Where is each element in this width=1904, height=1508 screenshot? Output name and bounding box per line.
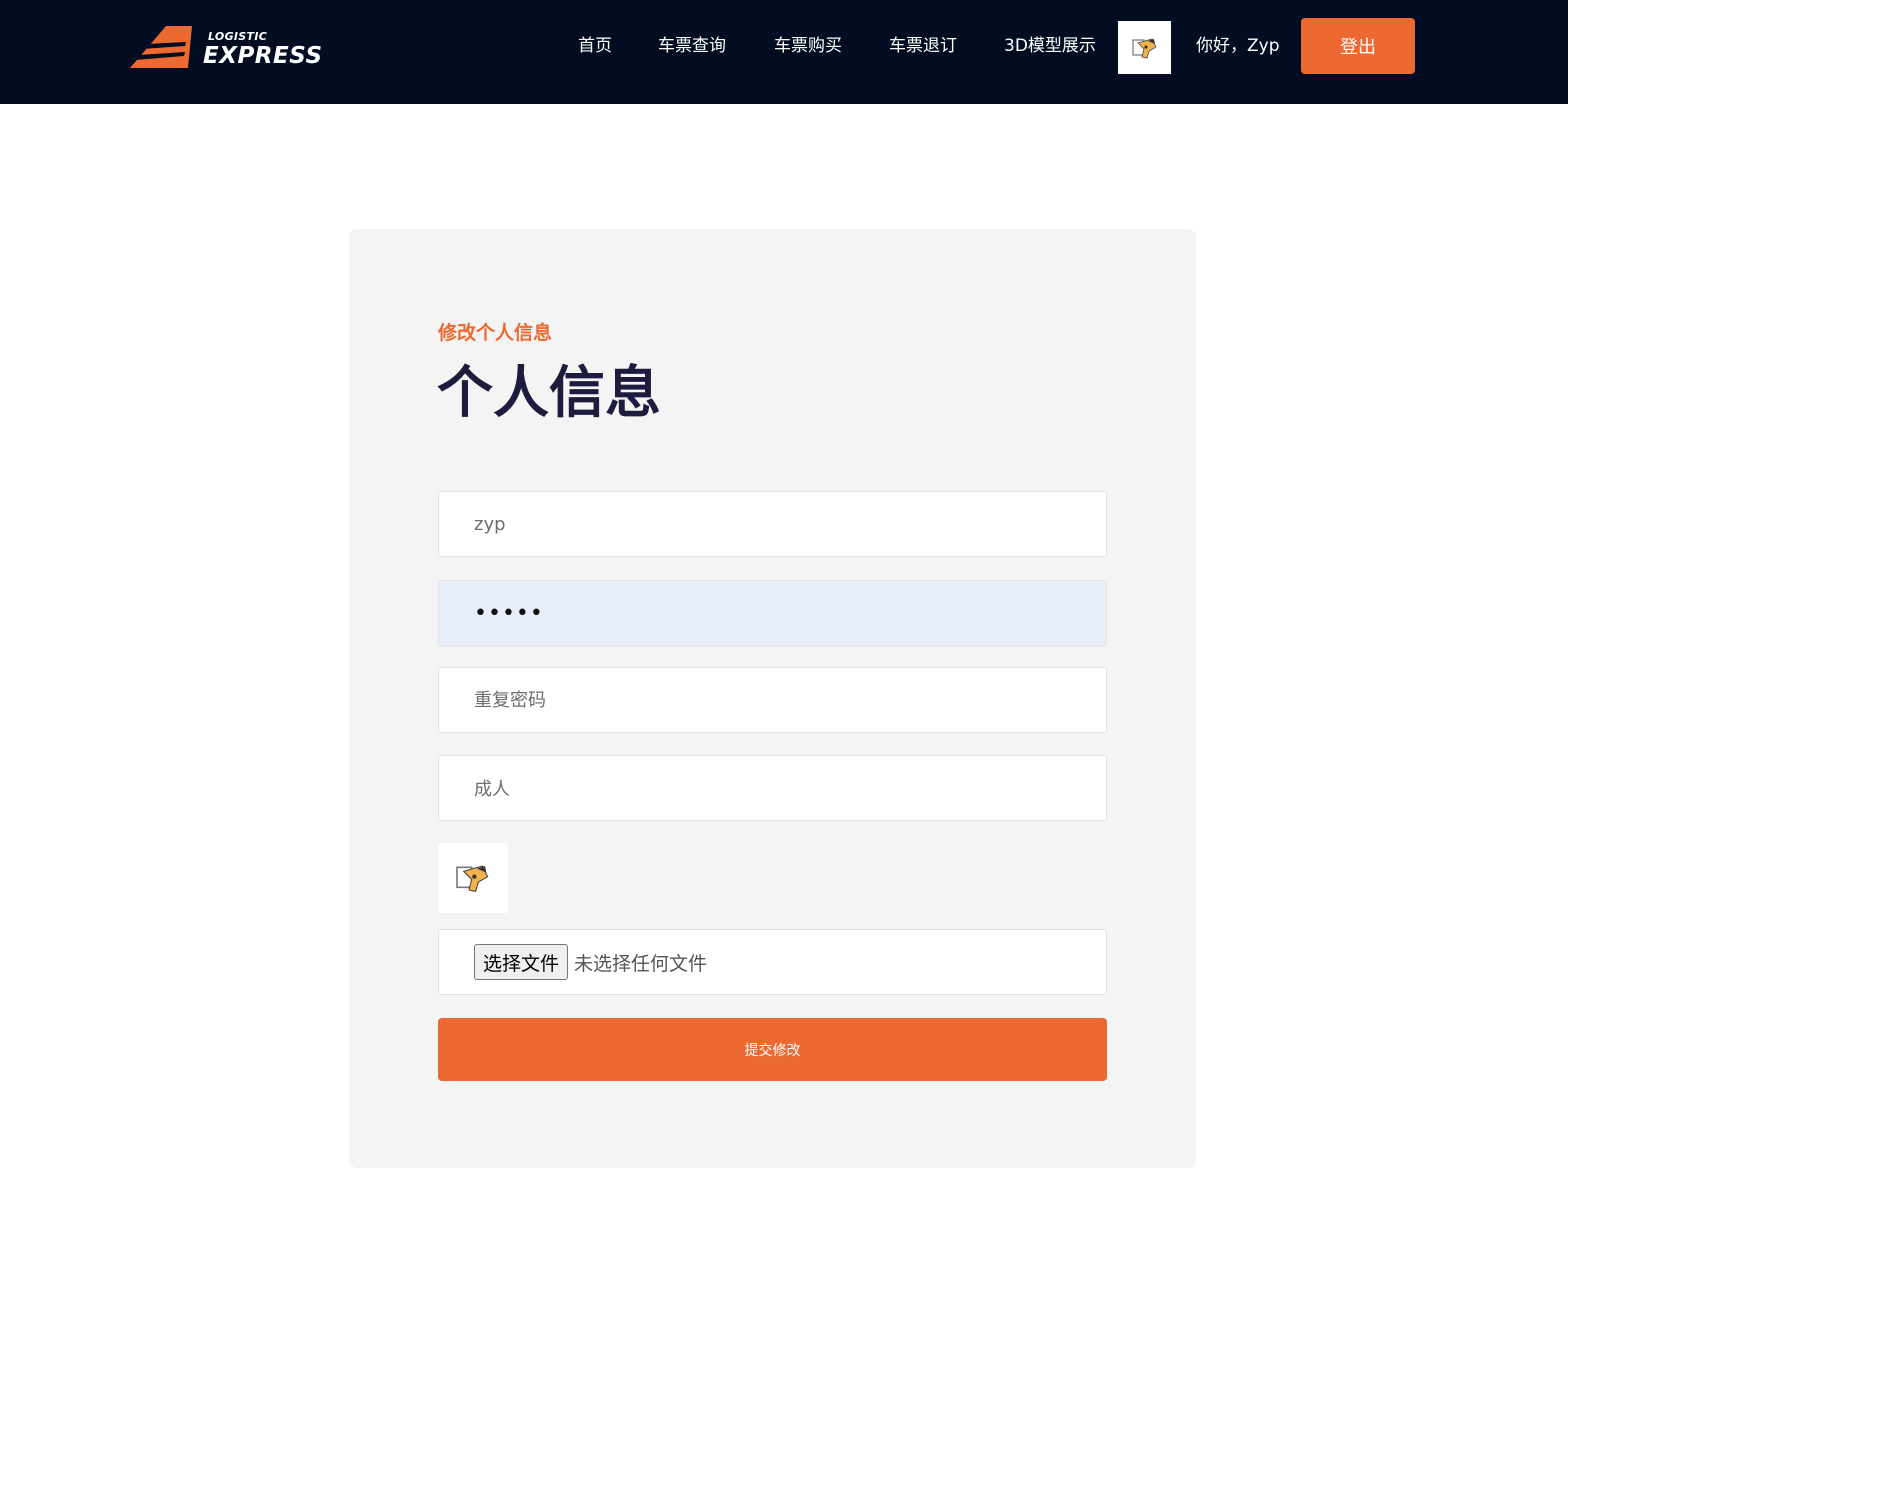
username-field[interactable] [438,491,1107,557]
user-type-field[interactable] [438,755,1107,821]
nav-ticket-refund[interactable]: 车票退订 [889,34,957,58]
logo[interactable]: LOGISTIC EXPRESS [128,22,328,74]
password-field[interactable] [438,580,1107,646]
logo-wing-icon [130,26,192,68]
avatar-image [1131,38,1157,58]
profile-card: 修改个人信息 个人信息 选择文件 未选择任何文件 提交修改 [349,229,1196,1168]
avatar-preview [438,843,508,913]
logout-button[interactable]: 登出 [1301,18,1415,74]
top-navigation-bar: LOGISTIC EXPRESS 首页 车票查询 车票购买 车票退订 3D模型展… [0,0,1568,104]
submit-button[interactable]: 提交修改 [438,1018,1107,1081]
nav-ticket-purchase[interactable]: 车票购买 [774,34,842,58]
file-status-text: 未选择任何文件 [574,952,708,975]
section-subtitle: 修改个人信息 [438,322,553,344]
avatar-image [456,865,489,892]
logo-big-text: EXPRESS [203,43,323,69]
avatar-file-input: 选择文件 未选择任何文件 [438,929,1107,995]
page-title: 个人信息 [437,361,661,426]
choose-file-button[interactable]: 选择文件 [474,944,569,980]
nav-home[interactable]: 首页 [578,34,612,58]
user-greeting: 你好，Zyp [1196,36,1280,56]
nav-3d-model[interactable]: 3D模型展示 [1004,34,1096,58]
repeat-password-field[interactable] [438,667,1107,733]
nav-ticket-query[interactable]: 车票查询 [658,34,726,58]
avatar[interactable] [1118,21,1171,74]
logo-small-text: LOGISTIC [208,30,268,43]
